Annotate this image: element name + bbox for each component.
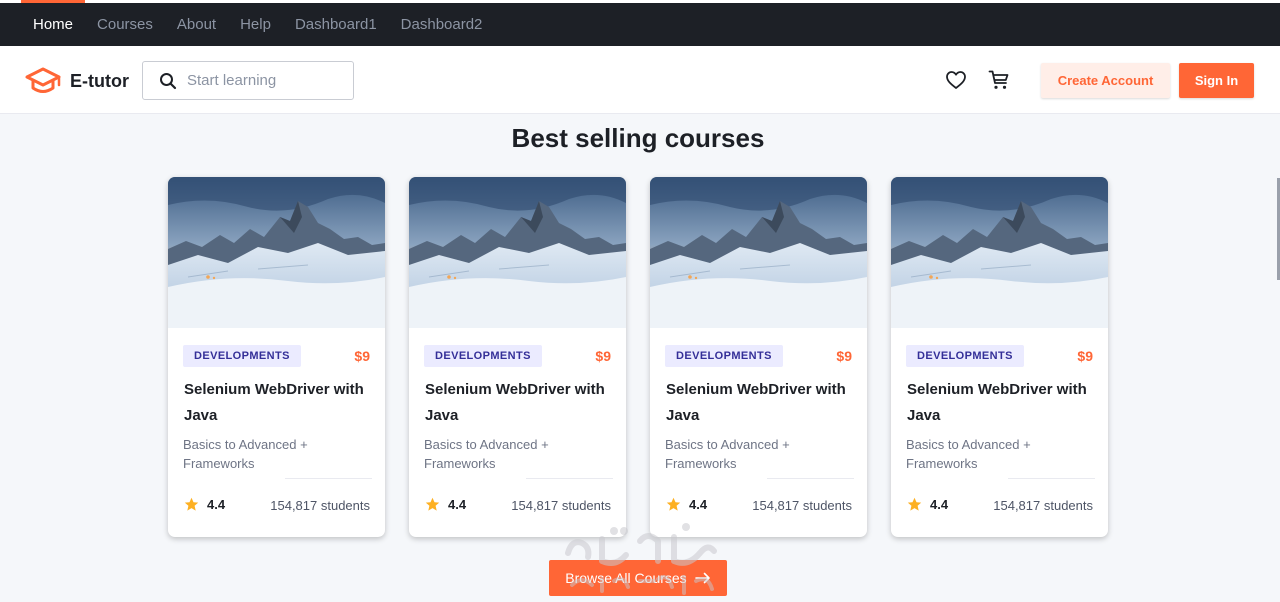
course-card[interactable]: DEVELOPMENTS $9 Selenium WebDriver with … (650, 177, 867, 537)
course-title[interactable]: Selenium WebDriver with Java (666, 377, 858, 429)
browse-label: Browse All Courses (565, 570, 687, 586)
star-icon (666, 497, 681, 511)
course-rating: 4.4 (184, 497, 225, 512)
nav-help[interactable]: Help (228, 3, 283, 46)
star-icon (425, 497, 440, 511)
divider (526, 478, 613, 479)
rating-value: 4.4 (689, 497, 708, 512)
course-card[interactable]: DEVELOPMENTS $9 Selenium WebDriver with … (891, 177, 1108, 537)
course-title[interactable]: Selenium WebDriver with Java (425, 377, 617, 429)
nav-home[interactable]: Home (21, 0, 86, 46)
student-count: 154,817 students (993, 498, 1093, 513)
nav-dashboard2[interactable]: Dashboard2 (389, 3, 495, 46)
student-count: 154,817 students (511, 498, 611, 513)
section-title: Best selling courses (511, 123, 765, 153)
course-price: $9 (595, 348, 611, 364)
course-price: $9 (836, 348, 852, 364)
course-rating: 4.4 (425, 497, 466, 512)
course-rating: 4.4 (907, 497, 948, 512)
wishlist-button[interactable] (945, 69, 967, 91)
nav-dashboard1[interactable]: Dashboard1 (283, 3, 389, 46)
course-card[interactable]: DEVELOPMENTS $9 Selenium WebDriver with … (168, 177, 385, 537)
search-box[interactable] (142, 61, 354, 100)
star-icon (184, 497, 199, 511)
course-card[interactable]: DEVELOPMENTS $9 Selenium WebDriver with … (409, 177, 626, 537)
course-subtitle: Basics to Advanced + Frameworks (424, 437, 549, 471)
course-price: $9 (354, 348, 370, 364)
category-badge: DEVELOPMENTS (906, 345, 1024, 367)
course-thumbnail (168, 177, 385, 328)
course-title[interactable]: Selenium WebDriver with Java (907, 377, 1099, 429)
sign-in-button[interactable]: Sign In (1179, 63, 1254, 98)
course-subtitle: Basics to Advanced + Frameworks (665, 437, 790, 471)
heart-icon (946, 71, 966, 89)
rating-value: 4.4 (448, 497, 467, 512)
main-header: E-tutor Create Account Sign In (0, 46, 1280, 114)
star-icon (907, 497, 922, 511)
search-input[interactable] (187, 72, 347, 89)
divider (767, 478, 854, 479)
rating-value: 4.4 (930, 497, 949, 512)
browse-all-courses-button[interactable]: Browse All Courses (549, 560, 727, 596)
logo-text: E-tutor (70, 70, 129, 91)
nav-about[interactable]: About (165, 3, 228, 46)
arrow-right-icon (694, 572, 710, 584)
search-icon (160, 72, 177, 89)
cart-icon (988, 70, 1009, 89)
course-title[interactable]: Selenium WebDriver with Java (184, 377, 376, 429)
logo[interactable]: E-tutor (24, 66, 129, 96)
course-thumbnail (650, 177, 867, 328)
divider (1008, 478, 1095, 479)
category-badge: DEVELOPMENTS (183, 345, 301, 367)
create-account-button[interactable]: Create Account (1041, 63, 1170, 98)
course-subtitle: Basics to Advanced + Frameworks (906, 437, 1031, 471)
nav-courses[interactable]: Courses (85, 3, 165, 46)
course-rating: 4.4 (666, 497, 707, 512)
divider (285, 478, 372, 479)
course-list: DEVELOPMENTS $9 Selenium WebDriver with … (168, 177, 1108, 537)
course-subtitle: Basics to Advanced + Frameworks (183, 437, 308, 471)
student-count: 154,817 students (752, 498, 852, 513)
student-count: 154,817 students (270, 498, 370, 513)
rating-value: 4.4 (207, 497, 226, 512)
top-nav: Home Courses About Help Dashboard1 Dashb… (0, 0, 1280, 46)
graduation-cap-icon (25, 67, 61, 93)
category-badge: DEVELOPMENTS (665, 345, 783, 367)
course-thumbnail (409, 177, 626, 328)
course-thumbnail (891, 177, 1108, 328)
cart-button[interactable] (988, 69, 1010, 91)
category-badge: DEVELOPMENTS (424, 345, 542, 367)
course-price: $9 (1077, 348, 1093, 364)
